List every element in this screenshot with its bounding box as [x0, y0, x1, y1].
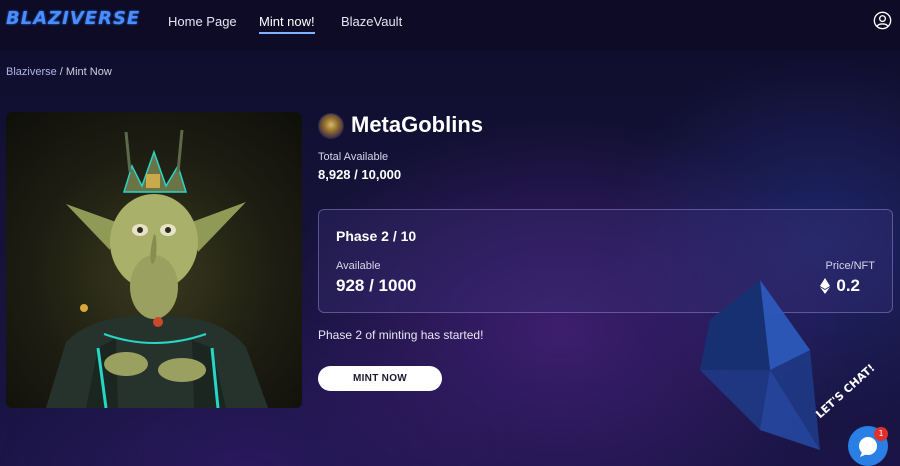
collection-title: MetaGoblins [351, 112, 484, 137]
breadcrumb-current: Mint Now [65, 66, 112, 78]
chat-notification-badge: 1 [874, 427, 888, 441]
nav-blazevault[interactable]: BlazeVault [341, 14, 402, 29]
phase-available-label: Available [336, 260, 381, 272]
nft-artwork-image [6, 112, 302, 408]
total-available-value: 8,928 / 10,000 [318, 167, 402, 182]
phase-available-value: 928 / 1000 [336, 276, 417, 295]
nav-mint-now[interactable]: Mint now! [259, 14, 315, 34]
phase-title: Phase 2 / 10 [336, 228, 417, 244]
nav-home-page[interactable]: Home Page [168, 14, 237, 29]
breadcrumb-root-link[interactable]: Blaziverse [6, 66, 57, 78]
breadcrumb: Blaziverse / Mint Now [6, 66, 112, 78]
breadcrumb-separator: / [56, 66, 66, 78]
chat-widget: LET'S CHAT! 1 [813, 361, 900, 466]
blaziverse-logo[interactable]: BLAZIVERSE [6, 8, 140, 29]
top-navigation-bar: BLAZIVERSE Home Page Mint now! BlazeVaul… [0, 0, 900, 50]
collection-avatar [318, 113, 344, 139]
user-circle-icon[interactable] [873, 11, 892, 30]
mint-now-button[interactable]: MINT NOW [318, 366, 442, 391]
goblin-illustration [46, 129, 268, 408]
minting-status-text: Phase 2 of minting has started! [318, 328, 484, 342]
total-available-label: Total Available [318, 151, 389, 163]
